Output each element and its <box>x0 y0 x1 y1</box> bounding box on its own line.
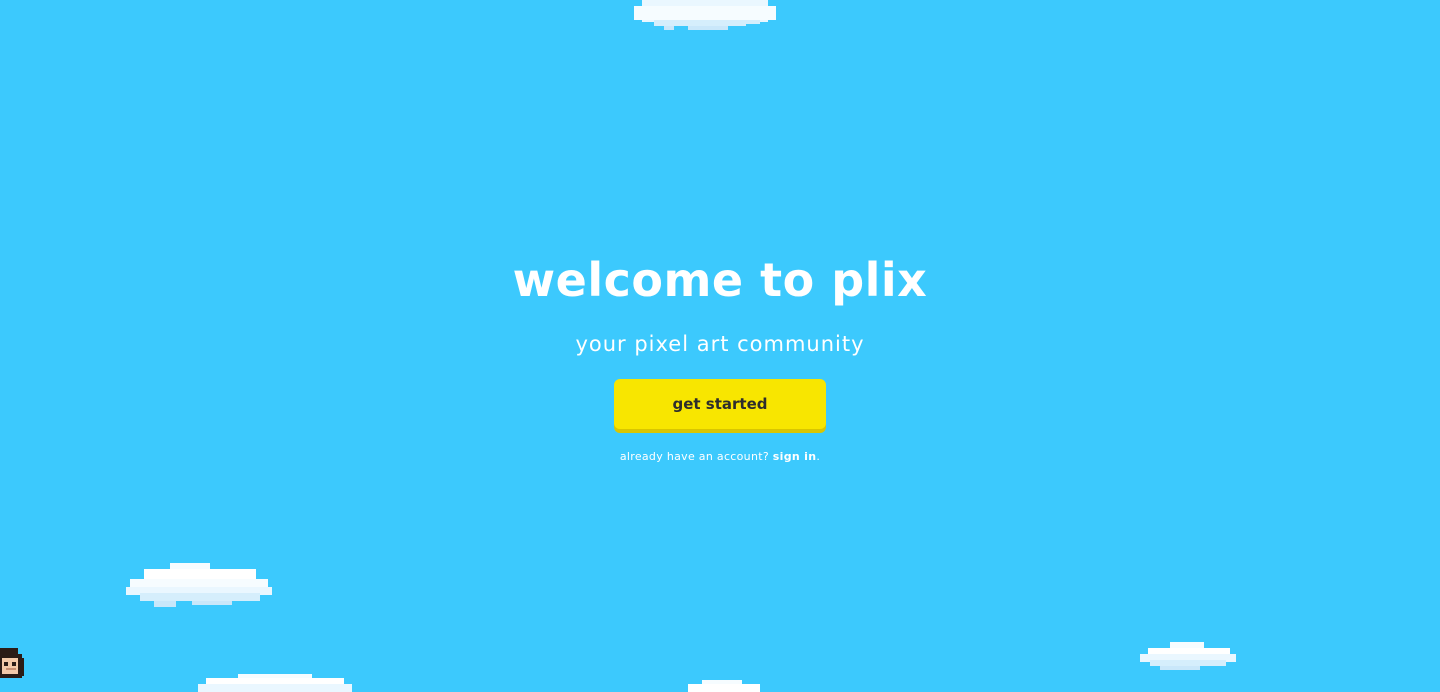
cloud-icon <box>688 680 760 692</box>
cloud-icon <box>634 0 776 30</box>
hero-section: welcome to plix your pixel art community… <box>0 0 1440 692</box>
pixel-character-icon <box>0 648 24 678</box>
cloud-icon <box>1140 642 1236 670</box>
page-title: welcome to plix <box>512 253 928 307</box>
sign-in-link[interactable]: sign in <box>773 450 817 463</box>
sign-in-prompt-text: already have an account? <box>619 450 769 463</box>
cloud-icon <box>198 674 352 692</box>
sign-in-prompt: already have an account? sign in. <box>0 449 1440 465</box>
page-subtitle: your pixel art community <box>575 332 865 356</box>
cloud-icon <box>126 563 272 607</box>
sign-in-suffix: . <box>816 450 821 463</box>
get-started-button[interactable]: get started <box>614 379 826 429</box>
